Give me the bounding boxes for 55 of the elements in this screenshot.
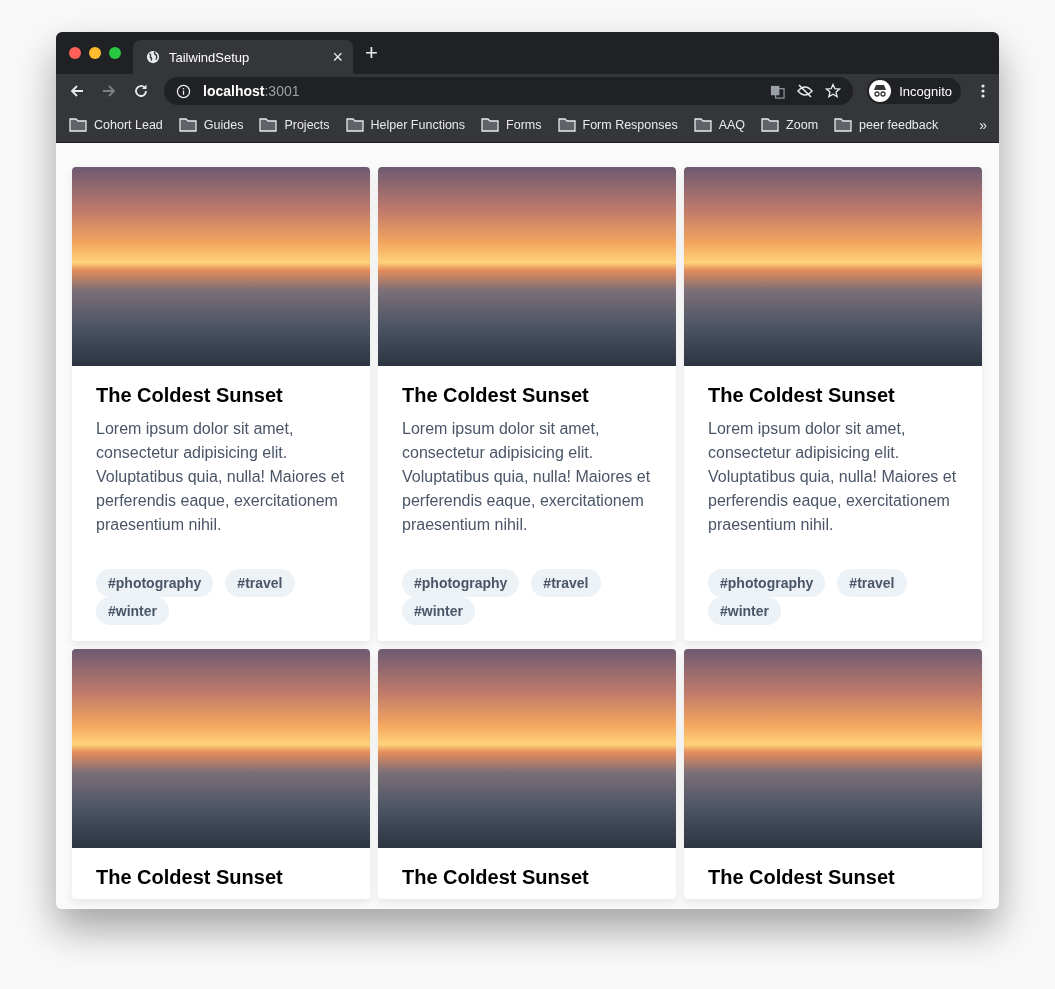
folder-icon: [557, 118, 576, 132]
bookmark-folder[interactable]: Zoom: [761, 118, 819, 132]
new-tab-button[interactable]: +: [365, 42, 378, 64]
minimize-window-button[interactable]: [89, 47, 101, 59]
card-description: Lorem ipsum dolor sit amet, consectetur adipisicing elit. Voluptatibus quia, nulla! Maiores et perferendis eaque, exercitationem praesentium nihil.: [96, 419, 346, 535]
tag: #photography: [708, 569, 826, 597]
folder-icon: [693, 118, 712, 132]
bookmark-folder[interactable]: peer feedback: [834, 118, 939, 132]
address-bar[interactable]: localhost:3001: [164, 77, 854, 105]
tag: #photography: [402, 569, 520, 597]
browser-tab[interactable]: TailwindSetup ×: [133, 40, 353, 74]
more-bookmarks-button[interactable]: »: [979, 117, 987, 133]
folder-icon: [481, 118, 500, 132]
tab-title: TailwindSetup: [169, 49, 251, 65]
url-text: localhost:3001: [203, 83, 300, 99]
card-title: The Coldest Sunset: [96, 866, 284, 889]
card-description: Lorem ipsum dolor sit amet, consectetur adipisicing elit. Voluptatibus quia, nulla! Maiores et perferendis eaque, exercitationem praesentium nihil.: [402, 419, 652, 535]
folder-icon: [69, 118, 87, 132]
folder-icon: [345, 118, 364, 132]
tag: #travel: [837, 569, 907, 597]
folder-icon: [761, 118, 780, 132]
translate-icon[interactable]: [770, 83, 786, 99]
tag: #winter: [708, 597, 781, 625]
globe-icon: [146, 50, 160, 64]
bookmark-folder[interactable]: Guides: [178, 118, 244, 132]
tag: #winter: [96, 597, 169, 625]
tag: #travel: [531, 569, 601, 597]
close-window-button[interactable]: [69, 47, 81, 59]
maximize-window-button[interactable]: [109, 47, 121, 59]
bookmark-folder[interactable]: Forms: [481, 118, 542, 132]
reload-button[interactable]: [132, 82, 150, 100]
eye-slash-icon[interactable]: [797, 83, 814, 99]
card-title: The Coldest Sunset: [708, 384, 896, 407]
card-title: The Coldest Sunset: [96, 384, 284, 407]
card-title: The Coldest Sunset: [402, 866, 590, 889]
bookmark-folder[interactable]: Cohort Lead: [69, 118, 163, 132]
bookmark-folder[interactable]: Projects: [259, 118, 330, 132]
folder-icon: [834, 118, 853, 132]
close-tab-button[interactable]: ×: [332, 48, 343, 66]
incognito-profile-button[interactable]: Incognito: [867, 78, 961, 104]
folder-icon: [178, 118, 197, 132]
tag: #photography: [96, 569, 214, 597]
folder-icon: [259, 118, 278, 132]
tag: #winter: [402, 597, 475, 625]
menu-icon[interactable]: [981, 83, 985, 99]
card-title: The Coldest Sunset: [708, 866, 896, 889]
incognito-icon: [869, 80, 892, 102]
tag: #travel: [225, 569, 295, 597]
bookmark-folder[interactable]: Form Responses: [557, 118, 678, 132]
card-title: The Coldest Sunset: [402, 384, 590, 407]
bookmark-folder[interactable]: Helper Functions: [345, 118, 466, 132]
card-description: Lorem ipsum dolor sit amet, consectetur adipisicing elit. Voluptatibus quia, nulla! Maiores et perferendis eaque, exercitationem praesentium nihil.: [708, 419, 958, 535]
star-icon[interactable]: [825, 83, 842, 99]
bookmark-folder[interactable]: AAQ: [693, 118, 746, 132]
info-icon: [176, 83, 191, 99]
